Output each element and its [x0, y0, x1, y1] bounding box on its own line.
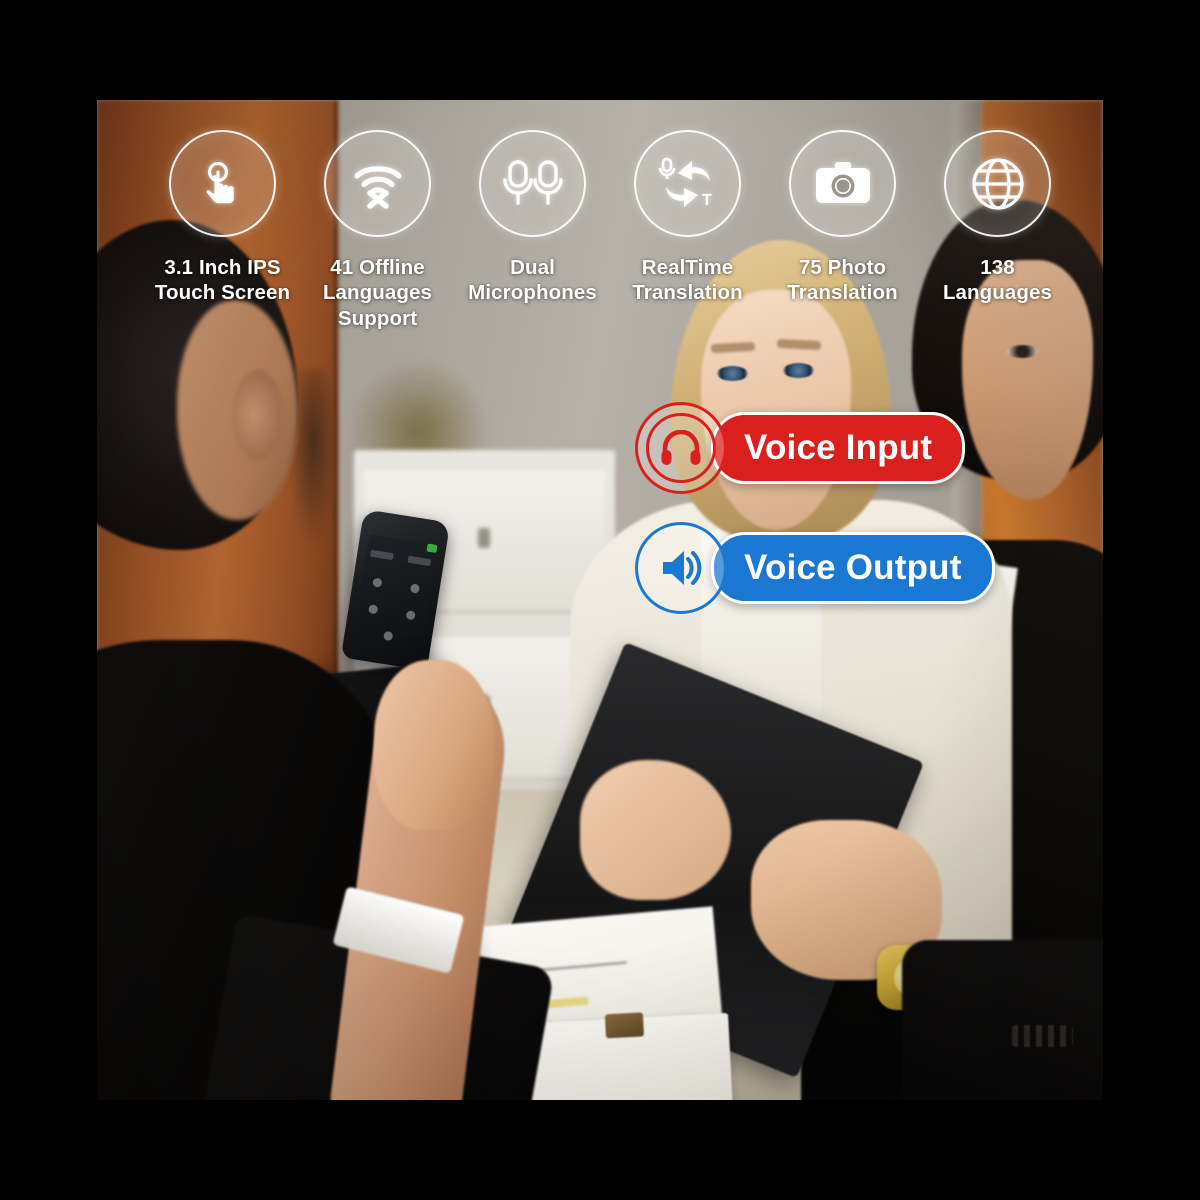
- feature-languages: 138 Languages: [920, 130, 1075, 306]
- headphones-icon-inner-ring: [646, 413, 716, 483]
- woman-eye-right: [783, 363, 815, 378]
- device-headset-icon: [382, 630, 393, 642]
- globe-icon: [944, 130, 1051, 237]
- man-right-sleeve: [901, 940, 1103, 1100]
- wifi-offline-icon: [324, 130, 431, 237]
- man-right-eye: [1007, 345, 1038, 358]
- device-mode-icon: [404, 610, 416, 621]
- cufflink-detail: [1012, 1025, 1073, 1047]
- voice-input-badge[interactable]: Voice Input: [635, 402, 995, 494]
- feature-offline-languages: 41 Offline Languages Support: [300, 130, 455, 331]
- device-mode-icon: [367, 604, 378, 615]
- clipboard-clip: [605, 1011, 645, 1039]
- headphones-icon: [635, 402, 727, 494]
- feature-label: 75 Photo Translation: [787, 256, 898, 305]
- feature-label: Dual Microphones: [468, 256, 597, 305]
- woman-gesturing-hand: [579, 760, 731, 900]
- feature-realtime-translation: T RealTime Translation: [610, 130, 765, 306]
- voice-output-badge[interactable]: Voice Output: [635, 522, 995, 614]
- drawer-knob: [478, 528, 491, 549]
- feature-photo-translation: 75 Photo Translation: [765, 130, 920, 306]
- voice-badge-group: Voice Input Voice Output: [635, 402, 995, 645]
- feature-label: 138 Languages: [942, 256, 1053, 305]
- voice-input-label[interactable]: Voice Input: [711, 412, 966, 484]
- man-left-ear: [232, 370, 284, 460]
- feature-touch-screen: 3.1 Inch IPS Touch Screen: [145, 130, 300, 306]
- feature-strip: 3.1 Inch IPS Touch Screen 41 Offline Lan…: [145, 130, 1075, 331]
- screenshot-root: 3.1 Inch IPS Touch Screen 41 Offline Lan…: [0, 0, 1200, 1200]
- device-status-indicator: [426, 543, 437, 553]
- presenter-hand: [373, 660, 495, 830]
- feature-dual-microphones: Dual Microphones: [455, 130, 610, 306]
- device-record-button: [409, 583, 420, 594]
- realtime-translation-icon: T: [634, 130, 741, 237]
- dual-microphone-icon: [479, 130, 586, 237]
- device-record-button: [371, 577, 382, 588]
- feature-label: RealTime Translation: [632, 256, 743, 305]
- svg-text:T: T: [702, 192, 712, 209]
- speaker-icon: [635, 522, 727, 614]
- feature-label: 3.1 Inch IPS Touch Screen: [154, 256, 291, 305]
- feature-label: 41 Offline Languages Support: [322, 256, 433, 330]
- voice-output-label[interactable]: Voice Output: [711, 532, 995, 604]
- product-photo: 3.1 Inch IPS Touch Screen 41 Offline Lan…: [97, 100, 1103, 1100]
- camera-icon: [789, 130, 896, 237]
- touch-screen-icon: [169, 130, 276, 237]
- woman-eye-left: [716, 366, 748, 381]
